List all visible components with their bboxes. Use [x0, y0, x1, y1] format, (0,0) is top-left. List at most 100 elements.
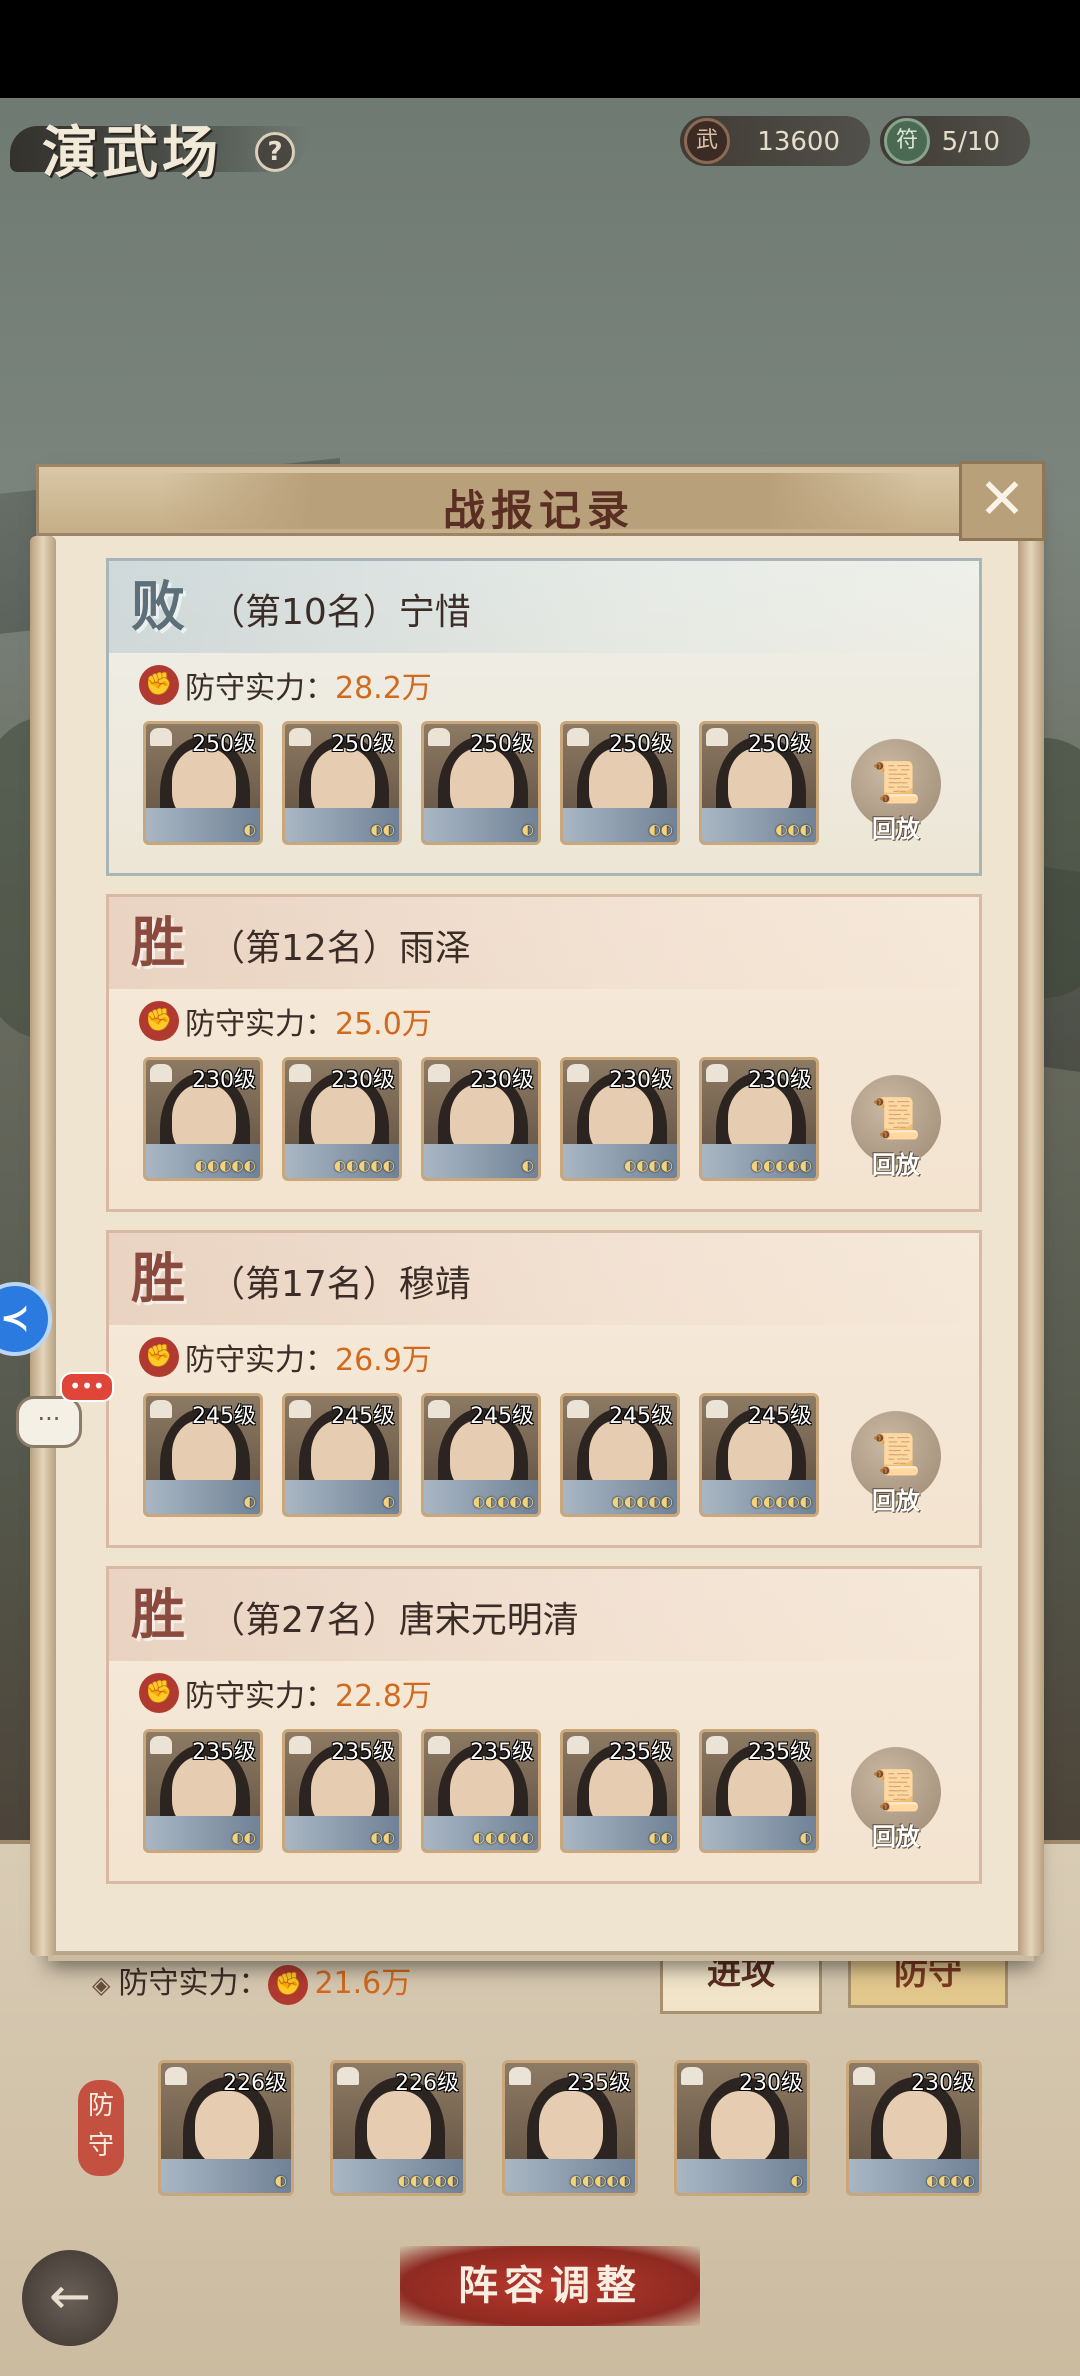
opponent-rank-name: （第17名）穆靖 [209, 1264, 471, 1305]
hero-level: 230级 [331, 1068, 395, 1093]
ticket-add-icon[interactable]: 符 [884, 118, 930, 164]
hero-card[interactable]: 250级 ◐ [143, 721, 263, 845]
star-rating: ◐ [521, 822, 534, 838]
hero-card[interactable]: 235级 ◐◐◐◐◐ [421, 1729, 541, 1853]
hero-level: 245级 [331, 1404, 395, 1429]
class-icon [150, 1736, 172, 1754]
class-icon [706, 1400, 728, 1418]
hero-card[interactable]: 230级 ◐ [421, 1057, 541, 1181]
my-hero-card[interactable]: 230级 ◐ [674, 2060, 810, 2196]
hero-card[interactable]: 245级 ◐◐◐◐◐ [421, 1393, 541, 1517]
close-icon[interactable]: ✕ [959, 461, 1045, 541]
replay-button[interactable]: 📜 回放 [849, 1747, 943, 1857]
replay-button[interactable]: 📜 回放 [849, 739, 943, 849]
hero-card[interactable]: 235级 ◐◐ [282, 1729, 402, 1853]
class-icon [706, 728, 728, 746]
challenge-tickets-display[interactable]: 符 5/10 [880, 116, 1030, 166]
replay-label: 回放 [872, 815, 920, 843]
hero-card[interactable]: 230级 ◐◐◐◐ [560, 1057, 680, 1181]
chat-notification-badge: ••• [60, 1372, 114, 1402]
hero-card[interactable]: 235级 ◐◐ [143, 1729, 263, 1853]
star-rating: ◐◐◐ [775, 822, 812, 838]
power-value: 28.2万 [335, 671, 432, 706]
hero-card[interactable]: 245级 ◐◐◐◐◐ [560, 1393, 680, 1517]
hero-level: 235级 [748, 1740, 812, 1765]
power-label: 防守实力： [185, 1343, 335, 1378]
martial-currency-display: 武 13600 [680, 116, 870, 166]
hero-card[interactable]: 250级 ◐ [421, 721, 541, 845]
lineup-adjust-button[interactable]: 阵容调整 [400, 2246, 700, 2326]
battle-report-panel: 败 （第10名）宁惜 ✊ 防守实力：28.2万 250级 ◐ 250级 ◐◐ 250级… [48, 470, 1034, 1955]
class-icon [289, 1736, 311, 1754]
hero-level: 245级 [748, 1404, 812, 1429]
hero-level: 235级 [470, 1740, 534, 1765]
star-rating: ◐◐◐◐◐ [569, 2173, 631, 2189]
star-rating: ◐◐◐◐ [624, 1158, 673, 1174]
hero-card[interactable]: 245级 ◐ [143, 1393, 263, 1517]
class-icon [567, 728, 589, 746]
replay-button[interactable]: 📜 回放 [849, 1411, 943, 1521]
class-icon [165, 2067, 187, 2085]
hero-card[interactable]: 235级 ◐ [699, 1729, 819, 1853]
star-rating: ◐ [243, 822, 256, 838]
fist-icon: ✊ [268, 1964, 309, 2005]
hero-level: 230级 [739, 2071, 803, 2096]
hero-level: 226级 [395, 2071, 459, 2096]
replay-button[interactable]: 📜 回放 [849, 1075, 943, 1185]
hero-card[interactable]: 250级 ◐◐ [282, 721, 402, 845]
screen-title-area: 演武场 ? [10, 102, 310, 192]
result-win-mark: 胜 [131, 1582, 185, 1646]
hero-level: 230级 [609, 1068, 673, 1093]
hero-level: 235级 [567, 2071, 631, 2096]
hero-level: 226级 [223, 2071, 287, 2096]
star-rating: ◐◐◐◐◐ [750, 1494, 812, 1510]
class-icon [150, 1400, 172, 1418]
class-icon [681, 2067, 703, 2085]
star-rating: ◐ [799, 1830, 812, 1846]
hero-card[interactable]: 230级 ◐◐◐◐◐ [143, 1057, 263, 1181]
class-icon [428, 1400, 450, 1418]
class-icon [428, 1064, 450, 1082]
hero-card[interactable]: 245级 ◐◐◐◐◐ [699, 1393, 819, 1517]
fist-icon: ✊ [139, 1001, 179, 1041]
back-arrow-icon[interactable]: ← [22, 2250, 118, 2346]
hero-level: 230级 [748, 1068, 812, 1093]
star-rating: ◐ [790, 2173, 803, 2189]
star-rating: ◐◐◐◐◐ [472, 1830, 534, 1846]
hero-level: 250级 [192, 732, 256, 757]
hero-card[interactable]: 250级 ◐◐ [560, 721, 680, 845]
star-rating: ◐◐ [231, 1830, 256, 1846]
chat-bubble-icon[interactable]: ··· [16, 1396, 82, 1448]
power-label: 防守实力： [185, 1679, 335, 1714]
my-hero-card[interactable]: 235级 ◐◐◐◐◐ [502, 2060, 638, 2196]
defense-power-row: ✊ 防守实力：28.2万 [139, 663, 432, 707]
my-hero-card[interactable]: 226级 ◐◐◐◐◐ [330, 2060, 466, 2196]
hero-level: 245级 [192, 1404, 256, 1429]
class-icon [567, 1736, 589, 1754]
help-icon[interactable]: ? [255, 132, 295, 172]
hero-level: 230级 [192, 1068, 256, 1093]
hero-level: 250级 [609, 732, 673, 757]
replay-label: 回放 [872, 1823, 920, 1851]
fist-icon: ✊ [139, 1337, 179, 1377]
my-hero-card[interactable]: 226级 ◐ [158, 2060, 294, 2196]
class-icon [150, 728, 172, 746]
hero-card[interactable]: 230级 ◐◐◐◐◐ [699, 1057, 819, 1181]
star-rating: ◐◐◐◐◐ [611, 1494, 673, 1510]
hero-card[interactable]: 230级 ◐◐◐◐◐ [282, 1057, 402, 1181]
power-value: 26.9万 [335, 1343, 432, 1378]
hero-card[interactable]: 245级 ◐ [282, 1393, 402, 1517]
screen-title: 演武场 [42, 120, 222, 186]
hero-card[interactable]: 235级 ◐◐ [560, 1729, 680, 1853]
star-rating: ◐◐ [370, 1830, 395, 1846]
martial-coin-icon: 武 [684, 118, 730, 164]
my-hero-card[interactable]: 230级 ◐◐◐◐ [846, 2060, 982, 2196]
class-icon [289, 728, 311, 746]
hero-card[interactable]: 250级 ◐◐◐ [699, 721, 819, 845]
hero-level: 230级 [470, 1068, 534, 1093]
battle-record-card: 败 （第10名）宁惜 ✊ 防守实力：28.2万 250级 ◐ 250级 ◐◐ 250级… [106, 558, 982, 876]
class-icon [428, 1736, 450, 1754]
class-icon [289, 1400, 311, 1418]
star-rating: ◐◐◐◐ [926, 2173, 975, 2189]
scroll-rod-left [30, 536, 56, 1956]
